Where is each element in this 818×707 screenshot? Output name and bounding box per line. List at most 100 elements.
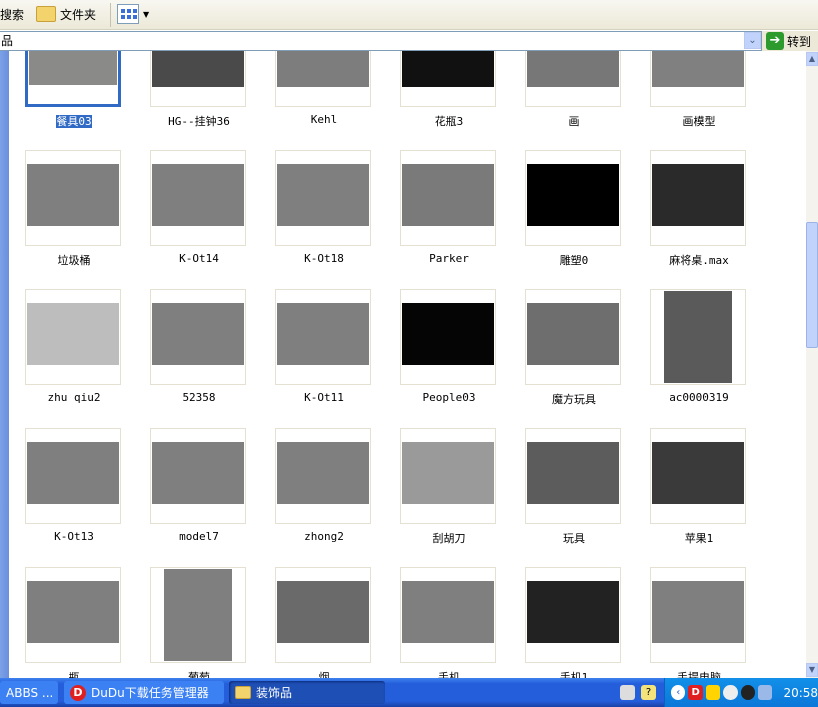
thumbnail-item[interactable]: 烟 (269, 567, 379, 678)
thumbnail-item[interactable]: 手提电脑 (644, 567, 754, 678)
thumbnail-label: 玩具 (563, 532, 585, 545)
thumbnail-image (152, 51, 244, 87)
thumbnail-image (277, 303, 369, 365)
messenger-icon[interactable] (723, 685, 738, 700)
thumbnail-frame (275, 567, 371, 663)
thumbnail-image (652, 51, 744, 87)
qq-icon[interactable] (740, 685, 756, 700)
thumbnail-image (402, 442, 494, 504)
address-bar: 品 ⌄ ➔ 转到 (0, 31, 818, 51)
thumbnail-item[interactable]: model7 (144, 428, 254, 558)
thumbnail-label: 花瓶3 (434, 115, 464, 128)
thumbnail-item[interactable]: 52358 (144, 289, 254, 419)
keyboard-icon[interactable] (620, 685, 635, 700)
folders-button[interactable]: 文件夹 (36, 3, 96, 25)
thumbnail-label: HG--挂钟36 (168, 115, 230, 128)
thumbnail-image (527, 581, 619, 643)
thumbnail-image (402, 303, 494, 365)
security-icon[interactable] (705, 685, 721, 700)
thumbnail-image (152, 303, 244, 365)
system-tray: ‹ D 20:58 (664, 678, 818, 707)
thumbnail-label: K-Ot18 (304, 252, 344, 265)
thumbnail-label: K-Ot14 (179, 252, 219, 265)
task-folder-active[interactable]: 装饰品 (229, 681, 385, 704)
go-button[interactable]: ➔ 转到 (766, 31, 811, 51)
thumbnail-view: 餐具03 HG--挂钟36 Kehl 花瓶3 画 画模型垃圾桶 K-Ot14 K-Ot18 Pa… (9, 51, 806, 678)
thumbnail-label: 画模型 (682, 115, 716, 128)
thumbnail-item[interactable]: 魔方玩具 (519, 289, 629, 419)
thumbnail-image (277, 51, 369, 87)
thumbnail-item[interactable]: 手机 (394, 567, 504, 678)
search-label: 搜索 (0, 7, 25, 22)
address-input[interactable]: 品 (0, 31, 762, 51)
thumbnail-item[interactable]: K-Ot14 (144, 150, 254, 280)
thumbnail-image (664, 291, 732, 383)
folder-icon (36, 6, 56, 22)
thumbnail-label: Kehl (310, 113, 338, 126)
thumbnail-label: 手机 (438, 671, 460, 678)
vertical-scrollbar[interactable]: ▲ ▼ (806, 51, 818, 678)
thumbnail-item[interactable]: 画模型 (644, 51, 754, 141)
thumbnail-item[interactable]: 苹果1 (644, 428, 754, 558)
thumbnail-frame (525, 150, 621, 246)
address-dropdown-button[interactable]: ⌄ (744, 32, 761, 49)
thumbnail-frame (150, 428, 246, 524)
thumbnail-item[interactable]: HG--挂钟36 (144, 51, 254, 141)
folder-icon (235, 686, 251, 699)
thumbnail-frame (150, 289, 246, 385)
search-button[interactable]: 搜索 (0, 3, 24, 25)
thumbnail-frame (525, 567, 621, 663)
task-abbs[interactable]: ABBS ... (0, 681, 58, 704)
help-icon[interactable]: ? (641, 685, 656, 700)
thumbnail-frame (275, 289, 371, 385)
thumbnail-image (27, 581, 119, 643)
go-label: 转到 (787, 34, 812, 49)
thumbnail-image (402, 51, 494, 87)
thumbnail-label: People03 (422, 391, 476, 404)
thumbnail-label: 烟 (318, 671, 330, 678)
thumbnail-item[interactable]: 餐具03 (19, 51, 129, 141)
thumbnail-item[interactable]: 花瓶3 (394, 51, 504, 141)
thumbnail-image (652, 581, 744, 643)
thumbnail-image (277, 164, 369, 226)
dudu-tray-icon[interactable]: D (688, 685, 703, 700)
thumbnail-label: 魔方玩具 (552, 393, 596, 406)
thumbnail-item[interactable]: 玩具 (519, 428, 629, 558)
thumbnail-item[interactable]: zhong2 (269, 428, 379, 558)
thumbnail-item[interactable]: 手机1 (519, 567, 629, 678)
thumbnail-item[interactable]: 雕塑0 (519, 150, 629, 280)
thumbnail-frame (650, 567, 746, 663)
thumbnail-item[interactable]: People03 (394, 289, 504, 419)
scroll-thumb[interactable] (806, 222, 818, 348)
thumbnail-item[interactable]: 刮胡刀 (394, 428, 504, 558)
thumbnail-frame (400, 289, 496, 385)
network-icon[interactable] (758, 685, 773, 700)
thumbnail-item[interactable]: Kehl (269, 51, 379, 141)
thumbnail-item[interactable]: 垃圾桶 (19, 150, 129, 280)
clock[interactable]: 20:58 (783, 686, 818, 700)
thumbnail-item[interactable]: zhu qiu2 (19, 289, 129, 419)
thumbnail-item[interactable]: ac0000319 (644, 289, 754, 419)
thumbnail-label: 画 (568, 115, 580, 128)
thumbnail-item[interactable]: 画 (519, 51, 629, 141)
thumbnail-item[interactable]: K-Ot11 (269, 289, 379, 419)
toolbar: 搜索 文件夹 ▼ (0, 0, 818, 30)
thumbnail-item[interactable]: Parker (394, 150, 504, 280)
task-dudu[interactable]: D DuDu下载任务管理器 (64, 681, 224, 704)
thumbnail-frame (400, 150, 496, 246)
thumbnail-item[interactable]: 葡萄 (144, 567, 254, 678)
thumbnail-image (527, 442, 619, 504)
go-arrow-icon: ➔ (766, 32, 784, 50)
scroll-down-button[interactable]: ▼ (806, 663, 818, 677)
thumbnail-image (27, 303, 119, 365)
thumbnail-item[interactable]: 麻将桌.max (644, 150, 754, 280)
thumbnail-item[interactable]: 瓶 (19, 567, 129, 678)
thumbnail-item[interactable]: K-Ot13 (19, 428, 129, 558)
thumbnail-frame (275, 150, 371, 246)
scroll-up-button[interactable]: ▲ (806, 52, 818, 66)
thumbnail-label: 52358 (182, 391, 216, 404)
show-hidden-icons-button[interactable]: ‹ (671, 685, 686, 700)
thumbnail-frame (400, 567, 496, 663)
views-button[interactable]: ▼ (117, 3, 149, 25)
thumbnail-item[interactable]: K-Ot18 (269, 150, 379, 280)
